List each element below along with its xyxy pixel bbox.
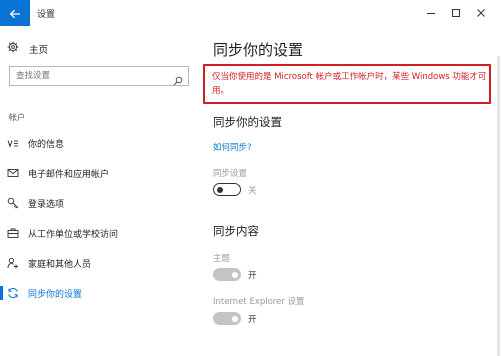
window-title: 设置 xyxy=(37,10,56,20)
toggle-state-label: 开 xyxy=(248,270,257,281)
warning-box: 仅当你使用的是 Microsoft 帐户或工作帐户时，某些 Windows 功能… xyxy=(203,64,491,104)
arrow-left-icon xyxy=(9,4,21,23)
theme-toggle-row: 开 xyxy=(213,268,257,281)
briefcase-icon xyxy=(7,227,19,239)
toggle-state-label: 开 xyxy=(248,314,257,325)
sync-settings-toggle-row: 关 xyxy=(213,183,257,196)
sidebar-item-label: 登录选项 xyxy=(28,200,65,210)
theme-toggle[interactable] xyxy=(213,268,241,281)
close-icon xyxy=(476,3,486,22)
how-to-sync-link[interactable]: 如何同步? xyxy=(213,141,252,153)
warning-text: 仅当你使用的是 Microsoft 帐户或工作帐户时，某些 Windows 功能… xyxy=(212,72,487,96)
maximize-button[interactable] xyxy=(449,5,463,19)
left-pane: 主页 帐户 你的信息 电子邮件和应用帐 xyxy=(0,26,196,335)
sidebar-item-your-info[interactable]: 你的信息 xyxy=(0,133,196,153)
gear-icon xyxy=(7,41,19,56)
mail-icon xyxy=(7,167,19,179)
close-button[interactable] xyxy=(474,5,488,19)
theme-label: 主题 xyxy=(213,254,231,264)
sync-settings-toggle[interactable] xyxy=(213,183,241,196)
sync-settings-label: 同步设置 xyxy=(213,169,248,179)
toggle-knob xyxy=(232,271,238,278)
sidebar-item-label: 电子邮件和应用帐户 xyxy=(28,170,110,180)
sidebar-item-family[interactable]: 家庭和其他人员 xyxy=(0,253,196,273)
scrollbar[interactable] xyxy=(497,56,500,356)
home-link[interactable]: 主页 xyxy=(7,41,48,56)
title-bar: 设置 xyxy=(0,0,501,26)
sidebar-item-label: 你的信息 xyxy=(28,140,65,150)
minimize-button[interactable] xyxy=(424,5,438,19)
search-box[interactable] xyxy=(9,66,189,86)
ie-settings-toggle-row: 开 xyxy=(213,312,257,325)
maximize-icon xyxy=(451,3,461,22)
sidebar-item-label: 从工作单位或学校访问 xyxy=(28,230,119,240)
back-button[interactable] xyxy=(0,0,30,26)
section-heading-sync-content: 同步内容 xyxy=(213,224,259,238)
ie-settings-toggle[interactable] xyxy=(213,312,241,325)
key-icon xyxy=(7,197,19,209)
sync-icon xyxy=(7,287,19,299)
sidebar-item-label: 家庭和其他人员 xyxy=(28,260,92,270)
main-content: 同步你的设置 仅当你使用的是 Microsoft 帐户或工作帐户时，某些 Win… xyxy=(196,26,501,356)
toggle-state-label: 关 xyxy=(248,185,257,196)
sidebar-item-label: 同步你的设置 xyxy=(28,290,83,300)
page-title: 同步你的设置 xyxy=(213,41,304,59)
person-card-icon xyxy=(7,137,19,149)
person-add-icon xyxy=(7,257,19,269)
section-heading-sync: 同步你的设置 xyxy=(213,115,282,129)
ie-settings-label: Internet Explorer 设置 xyxy=(213,297,305,307)
sidebar-item-sign-in-options[interactable]: 登录选项 xyxy=(0,193,196,213)
toggle-knob xyxy=(232,315,238,322)
active-indicator xyxy=(0,286,3,300)
toggle-knob xyxy=(217,186,223,193)
search-icon[interactable] xyxy=(173,71,183,90)
sidebar-item-sync-settings[interactable]: 同步你的设置 xyxy=(0,283,196,303)
sidebar-item-email-accounts[interactable]: 电子邮件和应用帐户 xyxy=(0,163,196,183)
sidebar-item-work-school[interactable]: 从工作单位或学校访问 xyxy=(0,223,196,243)
search-input[interactable] xyxy=(16,70,166,82)
home-label: 主页 xyxy=(29,44,49,56)
minimize-icon xyxy=(426,3,436,22)
section-label-accounts: 帐户 xyxy=(9,113,25,122)
